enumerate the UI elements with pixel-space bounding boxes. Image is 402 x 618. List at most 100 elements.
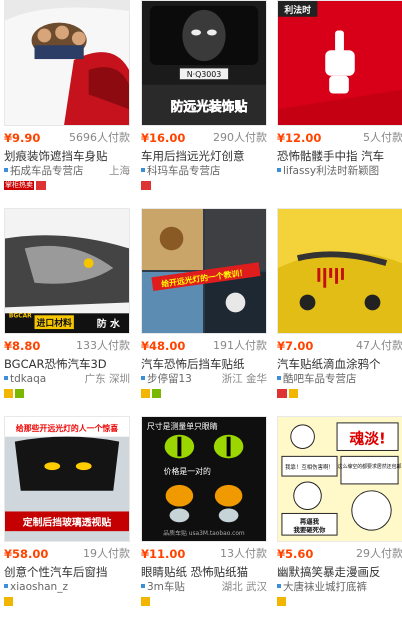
product-thumbnail[interactable]: 给那些开远光灯的人一个惊喜 定制后挡玻璃透视贴 xyxy=(4,416,130,542)
product-image: 尺寸是测量单只眼睛 价格是一对的 品质车贴 usa3M.taobao.com xyxy=(142,417,266,541)
mail-icon[interactable] xyxy=(36,181,46,190)
shop-name-link[interactable]: xiaoshan_z xyxy=(4,581,130,594)
product-title-link[interactable]: 车用后挡远光灯创意 xyxy=(141,149,267,163)
product-title-link[interactable]: 创意个性汽车后窗挡 xyxy=(4,565,130,579)
shop-name-link[interactable]: lifassy利法时新颖图 xyxy=(277,165,402,178)
product-title-link[interactable]: 恐怖骷髅手中指 汽车 xyxy=(277,149,402,163)
shop-name: 3m车贴 xyxy=(147,581,185,593)
gold-seller-icon[interactable] xyxy=(4,389,13,398)
shop-name-link[interactable]: 拓成车品专营店 上海 xyxy=(4,165,130,178)
guarantee-icon[interactable] xyxy=(152,389,161,398)
gold-seller-icon[interactable] xyxy=(141,597,150,606)
shop-name-link[interactable]: 科玛车品专营店 xyxy=(141,165,267,178)
gold-seller-icon[interactable] xyxy=(4,597,13,606)
price-row: ¥8.80 133人付款 xyxy=(4,339,130,353)
shop-icon xyxy=(4,376,8,380)
price-row: ¥5.60 29人付款 xyxy=(277,547,402,561)
shop-name-link[interactable]: tdkaqa 广东 深圳 xyxy=(4,373,130,386)
guarantee-icon[interactable] xyxy=(15,389,24,398)
product-image xyxy=(5,1,129,125)
sales-count: 5人付款 xyxy=(363,131,402,144)
shop-name: lifassy利法时新颖图 xyxy=(283,165,380,177)
svg-text:价格是一对的: 价格是一对的 xyxy=(164,466,211,476)
mail-icon[interactable] xyxy=(277,389,287,398)
product-card[interactable]: BGCAR 进口材料 防 水 ¥8.80 133人付款 BGCAR恐怖汽车3D tdka… xyxy=(4,208,130,404)
product-title-link[interactable]: 眼睛贴纸 恐怖贴纸猫 xyxy=(141,565,267,579)
product-image xyxy=(278,209,402,333)
product-card[interactable]: N·Q3003 防远光装饰贴 ¥16.00 290人付款 车用后挡远光灯创意 科玛车品专… xyxy=(141,0,267,196)
product-card[interactable]: 利法时 ¥12.00 5人付款恐怖骷髅手中指 汽车 lifassy利法时新颖图 xyxy=(277,0,402,196)
product-price: ¥8.80 xyxy=(4,339,41,353)
shop-name-link[interactable]: 步停留13 浙江 金华 xyxy=(141,373,267,386)
price-row: ¥11.00 13人付款 xyxy=(141,547,267,561)
product-thumbnail[interactable]: 尺寸是测量单只眼睛 价格是一对的 品质车贴 usa3M.taobao.com xyxy=(141,416,267,542)
badge-row: 掌柜热卖 xyxy=(4,181,48,192)
badge-row xyxy=(277,597,288,608)
product-image: N·Q3003 防远光装饰贴 xyxy=(142,1,266,125)
shop-icon xyxy=(141,584,145,588)
shop-name: 大唐袜业城打底裤 xyxy=(283,581,367,593)
product-price: ¥48.00 xyxy=(141,339,186,353)
product-price: ¥12.00 xyxy=(277,131,322,145)
product-card[interactable]: 尺寸是测量单只眼睛 价格是一对的 品质车贴 usa3M.taobao.com ¥1… xyxy=(141,416,267,612)
shop-name-link[interactable]: 大唐袜业城打底裤 xyxy=(277,581,402,594)
shop-name-link[interactable]: 3m车贴 湖北 武汉 xyxy=(141,581,267,594)
product-price: ¥5.60 xyxy=(277,547,314,561)
product-title-link[interactable]: BGCAR恐怖汽车3D xyxy=(4,357,130,371)
shop-icon xyxy=(277,584,281,588)
shop-location: 广东 深圳 xyxy=(82,373,130,386)
product-thumbnail[interactable]: 利法时 xyxy=(277,0,402,126)
gold-seller-icon[interactable] xyxy=(277,597,286,606)
shop-location: 浙江 金华 xyxy=(219,373,267,386)
product-card[interactable]: 魂淡! 我靠！互相伤害啊！ 这么壕空的都要求居然还包邮 再逼我 我要砸死你 ¥5… xyxy=(277,416,402,612)
mail-icon[interactable] xyxy=(141,181,151,190)
product-thumbnail[interactable] xyxy=(4,0,130,126)
product-card[interactable]: 给开远光灯的一个教训！ ¥48.00 191人付款汽车恐怖后挡车贴纸步停留13 浙江 … xyxy=(141,208,267,404)
product-card[interactable]: ¥9.90 5696人付款 划痕装饰遮挡车身贴 拓成车品专营店 上海 掌柜热卖 xyxy=(4,0,130,196)
product-image: 魂淡! 我靠！互相伤害啊！ 这么壕空的都要求居然还包邮 再逼我 我要砸死你 xyxy=(278,417,402,541)
product-grid: ¥9.90 5696人付款 划痕装饰遮挡车身贴 拓成车品专营店 上海 掌柜热卖 N·Q30… xyxy=(0,0,402,618)
sales-count: 290人付款 xyxy=(213,131,267,144)
product-thumbnail[interactable]: 魂淡! 我靠！互相伤害啊！ 这么壕空的都要求居然还包邮 再逼我 我要砸死你 xyxy=(277,416,402,542)
product-thumbnail[interactable]: BGCAR 进口材料 防 水 xyxy=(4,208,130,334)
shop-name: 步停留13 xyxy=(147,373,192,385)
shop-name: 拓成车品专营店 xyxy=(10,165,84,177)
seller-hot-badge[interactable]: 掌柜热卖 xyxy=(4,181,34,190)
gold-seller-icon[interactable] xyxy=(289,389,298,398)
price-row: ¥58.00 19人付款 xyxy=(4,547,130,561)
product-card[interactable]: ¥7.00 47人付款 汽车贴纸滴血涂鸦个酷吧车品专营店 xyxy=(277,208,402,404)
price-row: ¥7.00 47人付款 xyxy=(277,339,402,353)
product-thumbnail[interactable] xyxy=(277,208,402,334)
shop-icon xyxy=(277,168,281,172)
shop-name: 酷吧车品专营店 xyxy=(283,373,357,385)
shop-icon xyxy=(4,584,8,588)
badge-row xyxy=(141,597,152,608)
product-title-link[interactable]: 划痕装饰遮挡车身贴 xyxy=(4,149,130,163)
shop-icon xyxy=(277,376,281,380)
product-title-link[interactable]: 汽车恐怖后挡车贴纸 xyxy=(141,357,267,371)
product-title-link[interactable]: 汽车贴纸滴血涂鸦个 xyxy=(277,357,402,371)
product-title-link[interactable]: 幽默搞笑暴走漫画反 xyxy=(277,565,402,579)
product-image: BGCAR 进口材料 防 水 xyxy=(5,209,129,333)
svg-text:给那些开远光灯的人一个惊喜: 给那些开远光灯的人一个惊喜 xyxy=(16,423,118,433)
shop-icon xyxy=(141,168,145,172)
sales-count: 19人付款 xyxy=(83,547,130,560)
svg-text:防远光装饰贴: 防远光装饰贴 xyxy=(171,99,248,115)
product-thumbnail[interactable]: 给开远光灯的一个教训！ xyxy=(141,208,267,334)
sales-count: 191人付款 xyxy=(213,339,267,352)
product-price: ¥58.00 xyxy=(4,547,49,561)
shop-name-link[interactable]: 酷吧车品专营店 xyxy=(277,373,402,386)
price-row: ¥48.00 191人付款 xyxy=(141,339,267,353)
sales-count: 5696人付款 xyxy=(69,131,130,144)
product-thumbnail[interactable]: N·Q3003 防远光装饰贴 xyxy=(141,0,267,126)
product-price: ¥7.00 xyxy=(277,339,314,353)
gold-seller-icon[interactable] xyxy=(141,389,150,398)
product-card[interactable]: 给那些开远光灯的人一个惊喜 定制后挡玻璃透视贴 ¥58.00 19人付款创意个性汽车… xyxy=(4,416,130,612)
badge-row xyxy=(141,181,153,192)
product-image: 给那些开远光灯的人一个惊喜 定制后挡玻璃透视贴 xyxy=(5,417,129,541)
svg-text:品质车贴 usa3M.taobao.com: 品质车贴 usa3M.taobao.com xyxy=(163,529,245,537)
svg-text:N·Q3003: N·Q3003 xyxy=(187,70,222,79)
svg-text:定制后挡玻璃透视贴: 定制后挡玻璃透视贴 xyxy=(22,515,112,528)
product-image: 给开远光灯的一个教训！ xyxy=(142,209,266,333)
svg-text:利法时: 利法时 xyxy=(284,4,311,16)
